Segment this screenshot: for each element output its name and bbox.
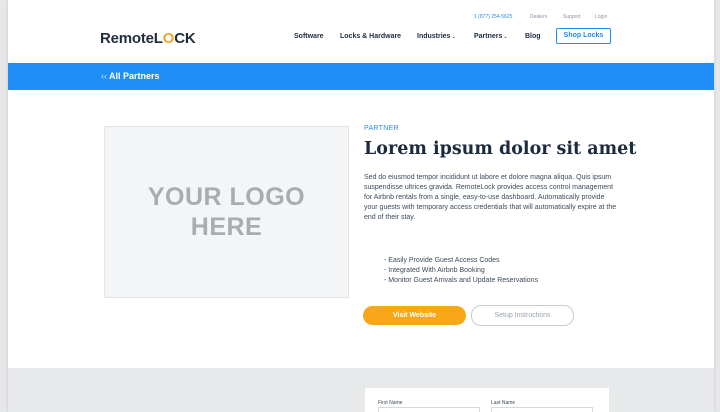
page: RemoteLOCK 1 (877) 254-5625 Dealers Supp… — [8, 0, 714, 412]
shop-locks-button[interactable]: Shop Locks — [556, 28, 611, 44]
logo-text-prefix: RemoteL — [100, 30, 163, 47]
nav-partners[interactable]: Partners⌄ — [474, 33, 508, 40]
contact-form: First Name Last Name — [365, 388, 609, 412]
partner-eyebrow: PARTNER — [364, 125, 399, 132]
all-partners-label: All Partners — [109, 71, 160, 81]
nav-partners-label: Partners — [474, 33, 503, 40]
nav-locks-hardware[interactable]: Locks & Hardware — [340, 33, 401, 40]
contact-section: First Name Last Name — [8, 368, 714, 412]
last-name-field[interactable] — [491, 407, 593, 412]
nav-industries-label: Industries — [417, 33, 451, 40]
double-chevron-left-icon: ‹‹ — [101, 71, 107, 81]
first-name-label: First Name — [378, 400, 403, 406]
partner-logo-placeholder: YOUR LOGO HERE — [104, 126, 349, 298]
logo-text-accent: O — [162, 30, 175, 47]
remotelock-logo[interactable]: RemoteLOCK — [100, 30, 196, 47]
site-header: RemoteLOCK 1 (877) 254-5625 Dealers Supp… — [8, 0, 714, 62]
last-name-label: Last Name — [491, 400, 516, 406]
nav-industries[interactable]: Industries⌄ — [417, 33, 456, 40]
nav-blog[interactable]: Blog — [525, 33, 541, 40]
list-item: - Monitor Guest Arrivals and Update Rese… — [384, 277, 539, 284]
first-name-field[interactable] — [378, 407, 480, 412]
list-item: - Easily Provide Guest Access Codes — [384, 257, 500, 264]
phone-link[interactable]: 1 (877) 254-5625 — [474, 14, 512, 20]
nav-software[interactable]: Software — [294, 33, 324, 40]
logo-text-suffix: CK — [174, 30, 196, 47]
breadcrumb-bar: ‹‹ All Partners — [8, 63, 714, 90]
setup-instructions-button[interactable]: Setup Instructions — [471, 305, 574, 326]
partner-title: Lorem ipsum dolor sit amet — [364, 139, 637, 159]
partner-description: Sed do eiusmod tempor incididunt ut labo… — [364, 174, 617, 221]
list-item: - Integrated With Airbnb Booking — [384, 267, 485, 274]
support-link[interactable]: Support — [563, 14, 581, 20]
feature-list: - Easily Provide Guest Access Codes - In… — [384, 256, 538, 286]
logo-placeholder-text: YOUR LOGO HERE — [147, 183, 306, 241]
dealers-link[interactable]: Dealers — [530, 14, 547, 20]
all-partners-link[interactable]: ‹‹ All Partners — [101, 71, 160, 81]
login-link[interactable]: Login — [595, 14, 607, 20]
chevron-down-icon: ⌄ — [503, 34, 508, 40]
visit-website-button[interactable]: Visit Website — [363, 306, 466, 325]
chevron-down-icon: ⌄ — [451, 34, 456, 40]
